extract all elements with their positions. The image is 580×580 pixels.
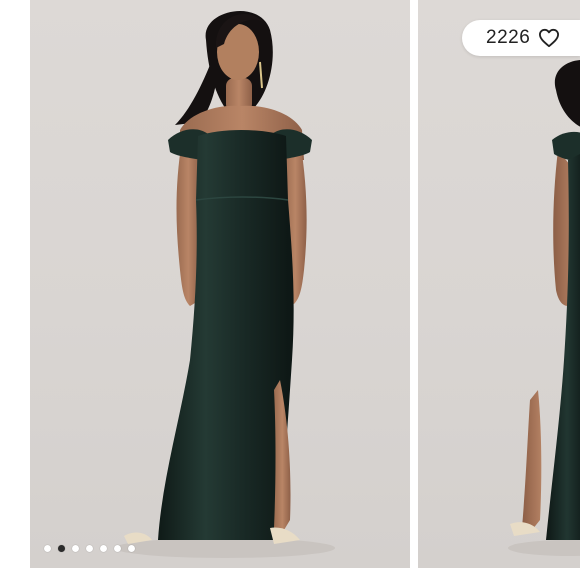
gallery-slide-front[interactable] xyxy=(30,0,410,568)
pagination-dot[interactable] xyxy=(114,545,121,552)
model-front-illustration xyxy=(115,11,335,558)
pagination-dot-active[interactable] xyxy=(58,545,65,552)
product-gallery: 2226 xyxy=(0,0,580,580)
model-back-illustration xyxy=(508,59,580,556)
pagination-dot[interactable] xyxy=(86,545,93,552)
pagination-dot[interactable] xyxy=(44,545,51,552)
like-button[interactable]: 2226 xyxy=(462,20,580,56)
like-count: 2226 xyxy=(486,27,531,48)
pagination-dot[interactable] xyxy=(72,545,79,552)
heart-outline-icon xyxy=(538,28,560,48)
carousel-track[interactable] xyxy=(0,0,580,580)
pagination-dot[interactable] xyxy=(128,545,135,552)
gallery-slide-back[interactable] xyxy=(418,0,580,568)
pagination-dot[interactable] xyxy=(100,545,107,552)
carousel-pagination xyxy=(44,545,135,552)
